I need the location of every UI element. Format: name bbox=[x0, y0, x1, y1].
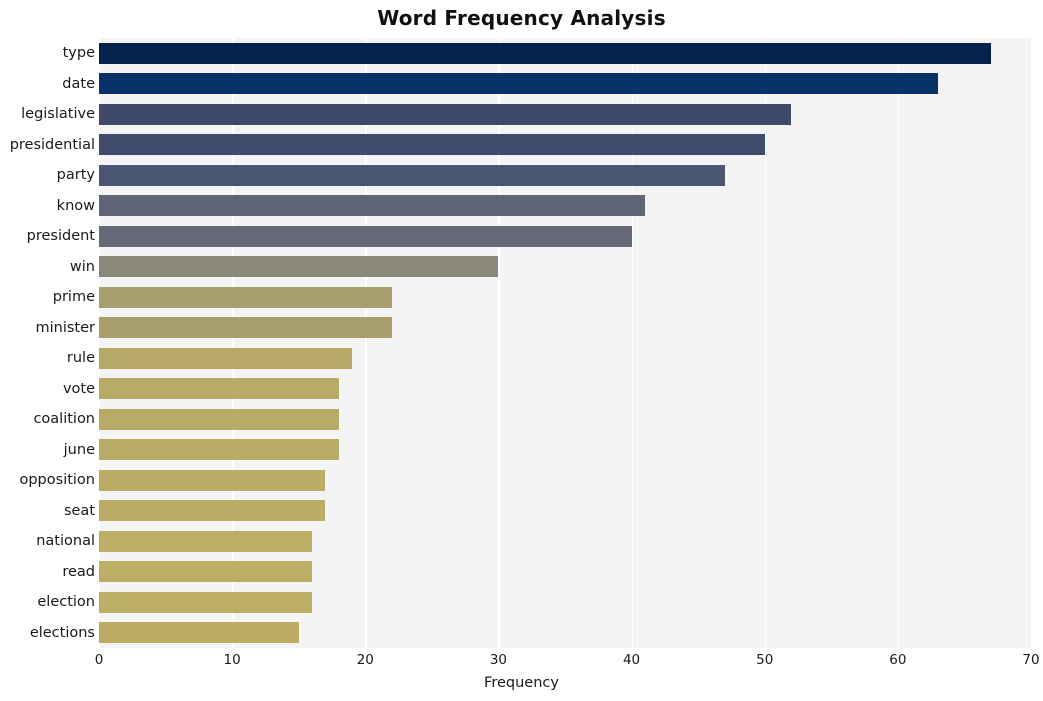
bar-date[interactable] bbox=[99, 73, 938, 95]
bar-seat[interactable] bbox=[99, 500, 326, 522]
bar-row bbox=[99, 378, 1031, 400]
x-tick-label-70: 70 bbox=[1022, 652, 1040, 668]
gridline-x-70 bbox=[1031, 38, 1033, 648]
bar-row bbox=[99, 347, 1031, 369]
y-tick-label-read: read bbox=[62, 563, 95, 580]
bar-row bbox=[99, 225, 1031, 247]
y-tick-label-win: win bbox=[69, 258, 95, 275]
bar-row bbox=[99, 317, 1031, 339]
y-tick-label-coalition: coalition bbox=[33, 411, 95, 428]
bar-vote[interactable] bbox=[99, 378, 339, 400]
bar-opposition[interactable] bbox=[99, 469, 326, 491]
bar-president[interactable] bbox=[99, 225, 632, 247]
bar-row bbox=[99, 164, 1031, 186]
x-tick-label-40: 40 bbox=[622, 652, 641, 668]
y-tick-label-opposition: opposition bbox=[19, 472, 95, 489]
bar-elections[interactable] bbox=[99, 622, 299, 644]
bar-row bbox=[99, 622, 1031, 644]
bar-row bbox=[99, 530, 1031, 552]
bar-row bbox=[99, 469, 1031, 491]
bar-row bbox=[99, 134, 1031, 156]
bar-june[interactable] bbox=[99, 439, 339, 461]
bar-win[interactable] bbox=[99, 256, 499, 278]
bar-presidential[interactable] bbox=[99, 134, 765, 156]
y-tick-label-vote: vote bbox=[62, 380, 95, 397]
bar-legislative[interactable] bbox=[99, 103, 792, 125]
bar-row bbox=[99, 73, 1031, 95]
y-tick-label-know: know bbox=[56, 197, 95, 214]
y-tick-label-prime: prime bbox=[52, 289, 95, 306]
bar-series bbox=[99, 38, 1031, 648]
bar-prime[interactable] bbox=[99, 286, 392, 308]
y-tick-label-june: june bbox=[63, 441, 95, 458]
chart-figure: Word Frequency Analysis type date legislat… bbox=[0, 0, 1043, 701]
bar-election[interactable] bbox=[99, 591, 313, 613]
y-tick-label-election: election bbox=[37, 594, 95, 611]
y-tick-label-party: party bbox=[56, 167, 95, 184]
x-tick-label-60: 60 bbox=[889, 652, 907, 668]
x-tick-label-20: 20 bbox=[356, 652, 374, 668]
y-tick-label-type: type bbox=[62, 45, 95, 62]
chart-title: Word Frequency Analysis bbox=[377, 6, 666, 30]
x-tick-label-30: 30 bbox=[489, 652, 508, 668]
bar-row bbox=[99, 561, 1031, 583]
bar-row bbox=[99, 195, 1031, 217]
y-tick-label-minister: minister bbox=[35, 319, 96, 336]
bar-coalition[interactable] bbox=[99, 408, 339, 430]
y-tick-label-elections: elections bbox=[29, 624, 95, 641]
bar-row bbox=[99, 256, 1031, 278]
bar-know[interactable] bbox=[99, 195, 645, 217]
x-tick-label-0: 0 bbox=[94, 652, 104, 668]
x-tick-label-10: 10 bbox=[223, 652, 241, 668]
bar-party[interactable] bbox=[99, 164, 725, 186]
x-axis-title: Frequency bbox=[484, 675, 559, 691]
y-tick-label-date: date bbox=[62, 75, 95, 92]
y-tick-label-president: president bbox=[26, 228, 95, 245]
y-tick-label-national: national bbox=[36, 533, 95, 550]
y-tick-label-seat: seat bbox=[63, 502, 95, 519]
bar-row bbox=[99, 591, 1031, 613]
bar-minister[interactable] bbox=[99, 317, 392, 339]
bar-row bbox=[99, 500, 1031, 522]
y-tick-label-legislative: legislative bbox=[21, 106, 95, 123]
bar-row bbox=[99, 408, 1031, 430]
bar-national[interactable] bbox=[99, 530, 313, 552]
plot-area bbox=[99, 38, 1033, 648]
bar-rule[interactable] bbox=[99, 347, 352, 369]
bar-read[interactable] bbox=[99, 561, 313, 583]
bar-type[interactable] bbox=[99, 42, 992, 64]
bar-row bbox=[99, 103, 1031, 125]
x-tick-label-50: 50 bbox=[756, 652, 774, 668]
bar-row bbox=[99, 42, 1031, 64]
bar-row bbox=[99, 286, 1031, 308]
y-tick-label-rule: rule bbox=[66, 350, 95, 367]
y-tick-label-presidential: presidential bbox=[9, 136, 95, 153]
bar-row bbox=[99, 439, 1031, 461]
